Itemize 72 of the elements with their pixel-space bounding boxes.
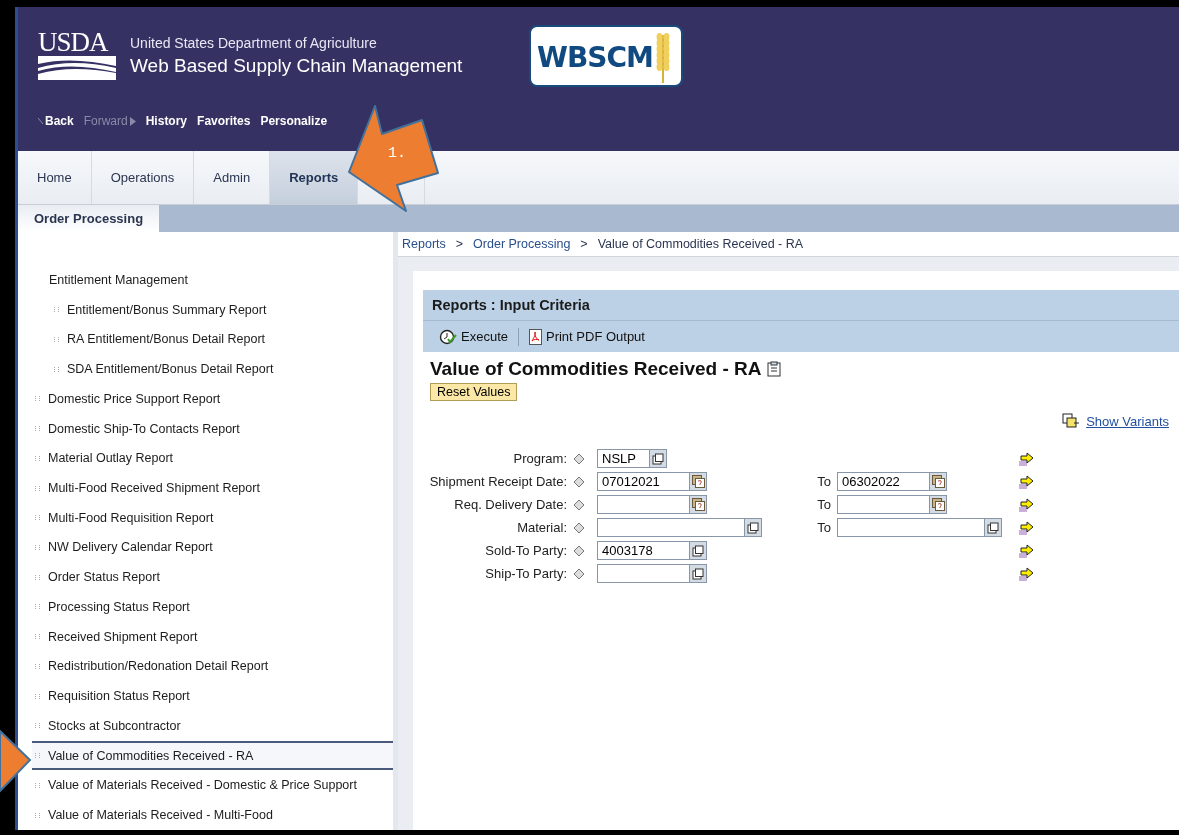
- fields-logo-icon: [38, 56, 116, 80]
- breadcrumb-separator: >: [455, 237, 464, 251]
- input-field[interactable]: [837, 495, 929, 514]
- arrow-right-icon[interactable]: [1019, 520, 1035, 535]
- value-help-icon[interactable]: [744, 518, 762, 537]
- print-button[interactable]: Print PDF Output: [529, 328, 645, 345]
- variants-icon: [1062, 413, 1081, 429]
- value-help-icon[interactable]: [689, 564, 707, 583]
- pdf-icon: [529, 328, 542, 345]
- diamond-icon: [573, 498, 585, 511]
- nav-link[interactable]: Favorites: [197, 114, 251, 128]
- app-title: Web Based Supply Chain Management: [130, 55, 464, 77]
- usda-logo-text: USDA: [38, 29, 108, 56]
- input-field[interactable]: 06302022: [837, 472, 929, 491]
- arrow-right-icon[interactable]: [1019, 451, 1035, 466]
- clipboard-icon[interactable]: [765, 361, 782, 377]
- calendar-icon[interactable]: [929, 495, 947, 514]
- input-field[interactable]: [837, 518, 984, 537]
- breadcrumb-link[interactable]: Reports: [402, 237, 446, 251]
- input-field[interactable]: [597, 518, 744, 537]
- field-label: Shipment Receipt Date:: [428, 474, 568, 489]
- nav-tab[interactable]: Home: [18, 151, 92, 204]
- nav-link[interactable]: Back: [38, 114, 74, 128]
- show-variants-link[interactable]: Show Variants: [1086, 413, 1169, 429]
- panel-header: Reports : Input Criteria: [423, 290, 1179, 321]
- arrow-right-icon[interactable]: [1019, 566, 1035, 581]
- input-field[interactable]: [597, 564, 689, 583]
- nav-tab[interactable]: Reports: [270, 151, 359, 204]
- sub-tab[interactable]: Order Processing: [18, 205, 160, 232]
- field-label: Material:: [516, 520, 568, 535]
- clock-check-icon: [439, 328, 457, 345]
- value-help-icon[interactable]: [689, 541, 707, 560]
- breadcrumb-link[interactable]: Order Processing: [473, 237, 571, 251]
- calendar-icon[interactable]: [929, 472, 947, 491]
- nav-link[interactable]: History: [145, 114, 188, 128]
- calendar-icon[interactable]: [689, 472, 707, 491]
- breadcrumb-separator: >: [580, 237, 588, 251]
- input-field[interactable]: 07012021: [597, 472, 689, 491]
- diamond-icon: [573, 521, 585, 534]
- nav-tab[interactable]: Operations: [91, 151, 195, 204]
- field-label: Sold-To Party:: [484, 543, 568, 558]
- diamond-icon: [573, 475, 585, 488]
- field-label: Ship-To Party:: [484, 566, 568, 581]
- execute-button[interactable]: Execute: [439, 328, 508, 345]
- input-field[interactable]: 4003178: [597, 541, 689, 560]
- arrow-right-icon[interactable]: [1019, 543, 1035, 558]
- back-icon: [38, 118, 43, 124]
- input-field[interactable]: NSLP: [597, 449, 649, 468]
- callout-number: 1.: [388, 145, 406, 162]
- input-field[interactable]: [597, 495, 689, 514]
- field-label: Program:: [512, 451, 568, 466]
- agency-name: United States Department of Agriculture: [130, 35, 378, 51]
- value-help-icon[interactable]: [984, 518, 1002, 537]
- field-label: Req. Delivery Date:: [453, 497, 568, 512]
- arrow-right-icon[interactable]: [1019, 474, 1035, 489]
- to-label: To: [816, 474, 832, 489]
- diamond-icon: [573, 452, 585, 465]
- calendar-icon[interactable]: [689, 495, 707, 514]
- forward-icon: [129, 116, 136, 126]
- arrow-right-icon[interactable]: [1019, 497, 1035, 512]
- to-label: To: [816, 520, 832, 535]
- to-label: To: [816, 497, 832, 512]
- report-title: Value of Commodities Received - RA: [430, 358, 762, 380]
- sidebar-item[interactable]: Value of Commodities Received - RA: [32, 740, 393, 771]
- diamond-icon: [573, 567, 585, 580]
- callout-arrow: [0, 730, 32, 792]
- value-help-icon[interactable]: [649, 449, 667, 468]
- reset-values-button[interactable]: Reset Values: [430, 383, 518, 401]
- diamond-icon: [573, 544, 585, 557]
- breadcrumb-current: Value of Commodities Received - RA: [597, 237, 804, 251]
- nav-link[interactable]: Personalize: [260, 114, 328, 128]
- wbscm-logo: WBSCM: [529, 25, 683, 87]
